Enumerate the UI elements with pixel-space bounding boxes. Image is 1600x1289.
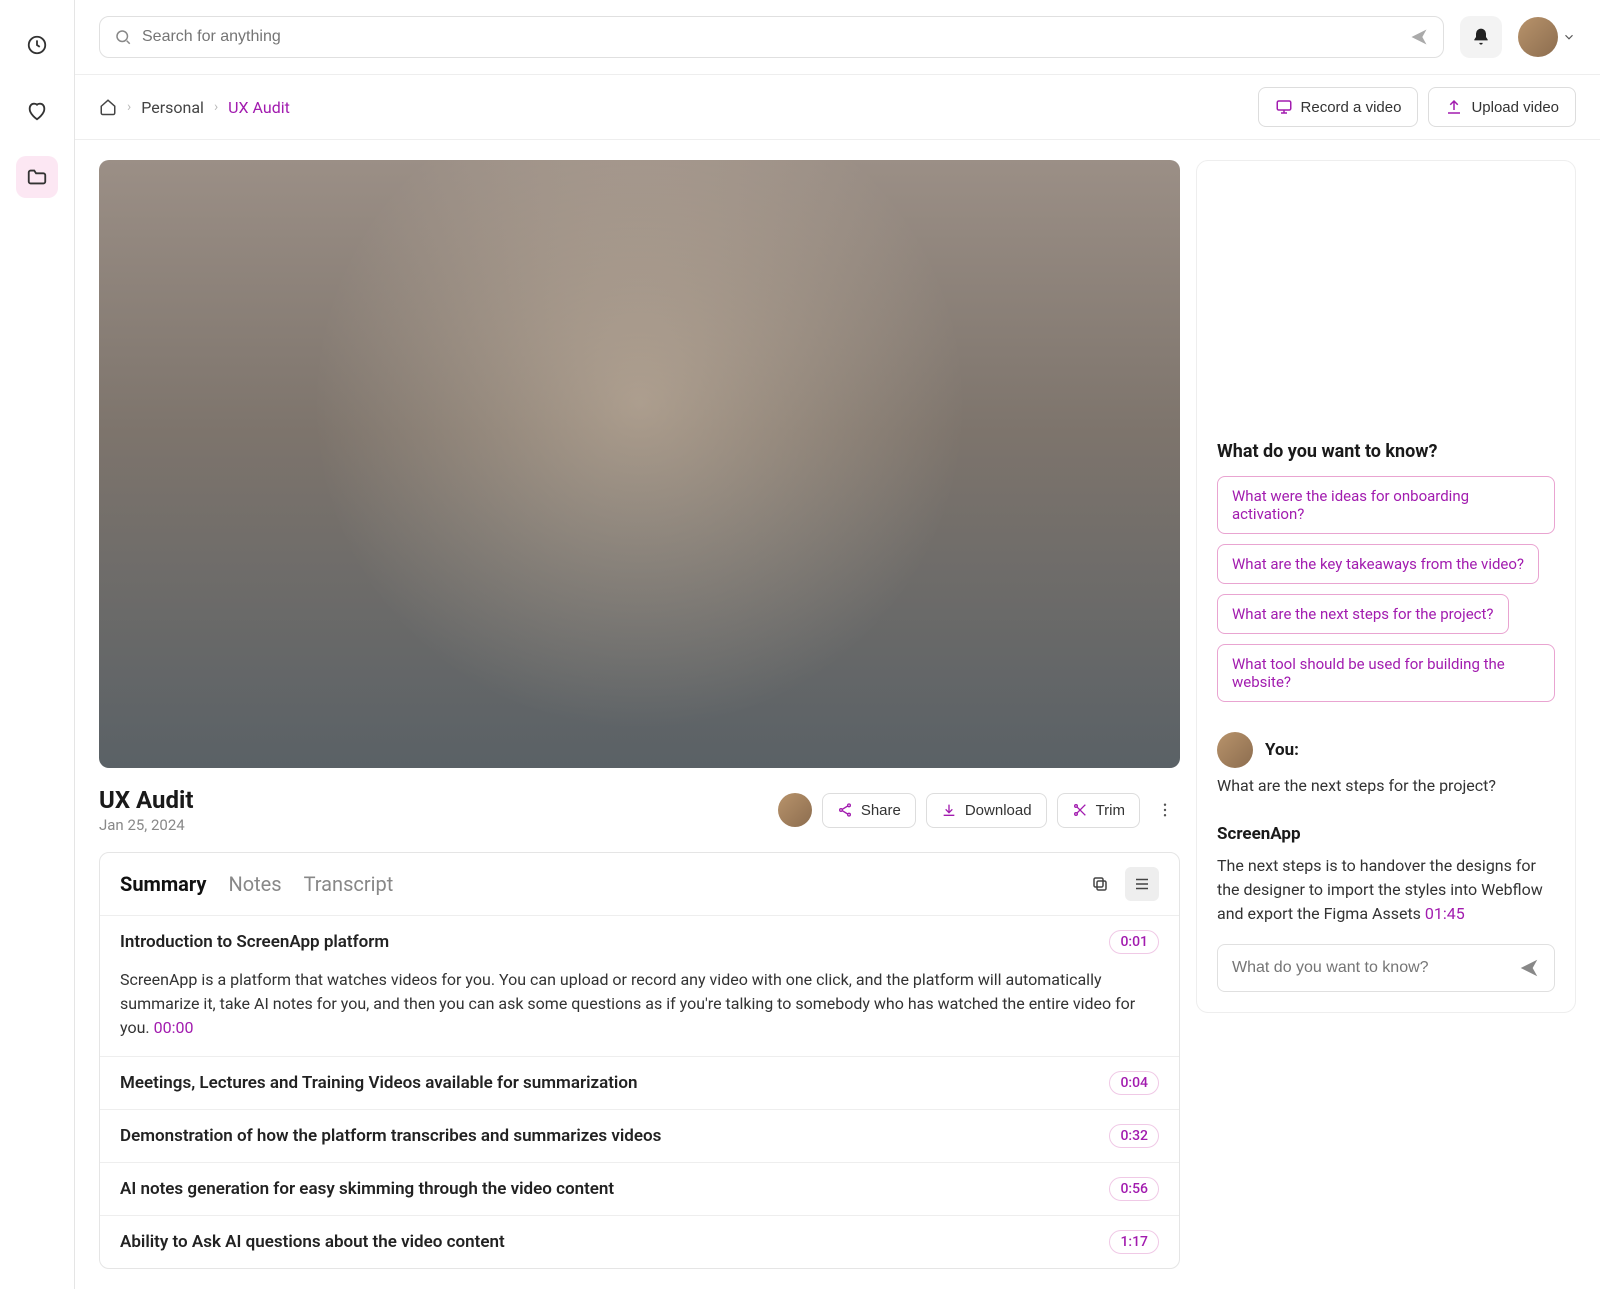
breadcrumb-personal[interactable]: Personal [141,98,204,117]
breadcrumb-home[interactable] [99,98,117,116]
avatar [1518,17,1558,57]
record-video-label: Record a video [1301,99,1402,116]
chat-suggestions: What were the ideas for onboarding activ… [1217,476,1555,702]
bell-icon [1471,27,1491,47]
chat-heading: What do you want to know? [1217,441,1555,462]
trim-label: Trim [1096,802,1125,819]
share-label: Share [861,802,901,819]
summary-section-head[interactable]: Introduction to ScreenApp platform 0:01 [100,916,1179,968]
clock-icon[interactable] [16,24,58,66]
timestamp-pill[interactable]: 1:17 [1109,1230,1159,1254]
chat-user-row: You: [1217,732,1555,768]
summary-section: Demonstration of how the platform transc… [100,1110,1179,1163]
chat-bot-name: ScreenApp [1217,824,1555,844]
summary-section-title: Ability to Ask AI questions about the vi… [120,1232,505,1252]
timestamp-pill[interactable]: 0:04 [1109,1071,1159,1095]
tab-notes[interactable]: Notes [228,872,281,896]
summary-body-text: ScreenApp is a platform that watches vid… [120,970,1135,1037]
share-icon [837,802,853,818]
chat-suggestion[interactable]: What were the ideas for onboarding activ… [1217,476,1555,534]
copy-icon [1091,875,1109,893]
chat-user-message: What are the next steps for the project? [1217,774,1555,798]
video-date: Jan 25, 2024 [99,816,193,834]
summary-section-body: ScreenApp is a platform that watches vid… [100,968,1179,1056]
send-icon[interactable] [1518,957,1540,979]
send-icon[interactable] [1409,27,1429,47]
folder-icon[interactable] [16,156,58,198]
summary-section: Meetings, Lectures and Training Videos a… [100,1057,1179,1110]
search-icon [114,28,132,46]
more-menu[interactable] [1150,795,1180,825]
timestamp-link[interactable]: 00:00 [154,1018,194,1037]
summary-section-title: Meetings, Lectures and Training Videos a… [120,1073,637,1093]
download-button[interactable]: Download [926,793,1047,828]
timestamp-pill[interactable]: 0:32 [1109,1124,1159,1148]
summary-section-head[interactable]: Ability to Ask AI questions about the vi… [100,1216,1179,1268]
summary-section: Introduction to ScreenApp platform 0:01 … [100,916,1179,1057]
side-nav [0,0,75,1289]
home-icon [99,98,117,116]
search-field[interactable] [142,28,1399,46]
chevron-down-icon [1562,30,1576,44]
tab-summary[interactable]: Summary [120,872,206,896]
chat-suggestion[interactable]: What are the next steps for the project? [1217,594,1509,634]
video-title: UX Audit [99,786,193,814]
subbar: › Personal › UX Audit Record a video Upl… [75,74,1600,140]
chat-suggestion[interactable]: What tool should be used for building th… [1217,644,1555,702]
user-menu[interactable] [1518,17,1576,57]
upload-icon [1445,98,1463,116]
owner-avatar[interactable] [778,793,812,827]
chat-suggestion[interactable]: What are the key takeaways from the vide… [1217,544,1539,584]
topbar [75,0,1600,74]
breadcrumb-current[interactable]: UX Audit [228,98,290,117]
summary-section: Ability to Ask AI questions about the vi… [100,1216,1179,1268]
share-button[interactable]: Share [822,793,916,828]
chevron-right-icon: › [214,99,218,115]
summary-section: AI notes generation for easy skimming th… [100,1163,1179,1216]
avatar [1217,732,1253,768]
summary-section-head[interactable]: Meetings, Lectures and Training Videos a… [100,1057,1179,1109]
download-icon [941,802,957,818]
chat-bot-text: The next steps is to handover the design… [1217,856,1543,923]
timestamp-pill[interactable]: 0:01 [1109,930,1159,954]
video-thumbnail[interactable] [99,160,1180,768]
timestamp-pill[interactable]: 0:56 [1109,1177,1159,1201]
notifications-button[interactable] [1460,16,1502,58]
chat-input-field[interactable] [1232,959,1508,977]
summary-section-title: AI notes generation for easy skimming th… [120,1179,614,1199]
chat-input[interactable] [1217,944,1555,992]
summary-section-title: Demonstration of how the platform transc… [120,1126,661,1146]
download-label: Download [965,802,1032,819]
summary-section-title: Introduction to ScreenApp platform [120,932,389,952]
scissors-icon [1072,802,1088,818]
tab-transcript[interactable]: Transcript [304,872,394,896]
record-video-button[interactable]: Record a video [1258,87,1419,127]
upload-video-label: Upload video [1471,99,1559,116]
more-vertical-icon [1156,801,1174,819]
list-view-button[interactable] [1125,867,1159,901]
summary-section-head[interactable]: AI notes generation for easy skimming th… [100,1163,1179,1215]
chat-panel: What do you want to know? What were the … [1196,160,1576,1013]
chat-bot-message: The next steps is to handover the design… [1217,854,1555,926]
chevron-right-icon: › [127,99,131,115]
upload-video-button[interactable]: Upload video [1428,87,1576,127]
summary-panel: Summary Notes Transcript [99,852,1180,1269]
chat-you-label: You: [1265,740,1299,760]
search-input[interactable] [99,16,1444,58]
monitor-icon [1275,98,1293,116]
trim-button[interactable]: Trim [1057,793,1140,828]
breadcrumb: › Personal › UX Audit [99,98,290,117]
list-icon [1133,875,1151,893]
copy-button[interactable] [1083,867,1117,901]
summary-section-head[interactable]: Demonstration of how the platform transc… [100,1110,1179,1162]
timestamp-link[interactable]: 01:45 [1425,904,1465,923]
heart-icon[interactable] [16,90,58,132]
